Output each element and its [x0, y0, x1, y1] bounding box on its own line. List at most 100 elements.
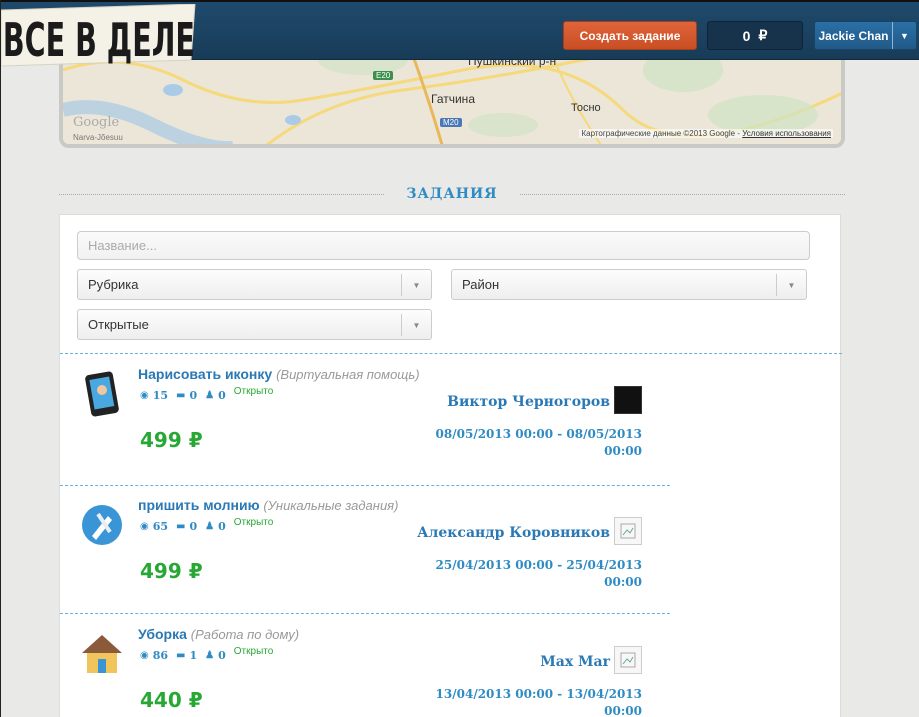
- heading-rule-left: [59, 193, 385, 195]
- applicants-stat: ♟ 0: [205, 649, 226, 662]
- district-select-value: Район: [462, 277, 500, 292]
- currency-icon: ₽: [758, 27, 768, 43]
- task-category: (Виртуальная помощь): [276, 367, 420, 382]
- window-top-border: [1, 0, 919, 2]
- logo-artwork: ВСЕ В ДЕЛЕ: [1, 4, 196, 67]
- task-dates: 25/04/2013 00:00 - 25/04/2013 00:00: [435, 558, 642, 589]
- task-dates: 08/05/2013 00:00 - 08/05/2013 00:00: [435, 427, 642, 458]
- task-title-row: Уборка (Работа по дому): [138, 626, 299, 642]
- map-narva-label: Narva-Jõesuu: [73, 133, 123, 142]
- user-icon: ♟: [205, 390, 215, 401]
- author-link[interactable]: Александр Коровников: [417, 525, 610, 541]
- list-divider: [60, 353, 842, 354]
- task-price: 499 ₽: [140, 428, 203, 452]
- map-terms-link[interactable]: Условия использования: [742, 129, 831, 138]
- views-count: 65: [152, 520, 169, 533]
- tasks-panel: Название... Рубрика ▼ Район ▼ Открытые ▼…: [59, 214, 842, 717]
- task-title-link[interactable]: Нарисовать иконку: [138, 366, 272, 382]
- comment-icon: ▬: [176, 390, 186, 401]
- site-logo[interactable]: ВСЕ В ДЕЛЕ: [1, 4, 201, 74]
- views-stat: ◉ 15: [140, 389, 168, 402]
- chevron-down-icon: ▼: [401, 274, 431, 296]
- applicants-stat: ♟ 0: [205, 520, 226, 533]
- chevron-down-icon: ▼: [401, 314, 431, 336]
- balance-button[interactable]: 0 ₽: [707, 21, 803, 50]
- task-title-row: пришить молнию (Уникальные задания): [138, 497, 398, 513]
- section-title: ЗАДАНИЯ: [406, 186, 498, 202]
- status-badge: Открыто: [233, 646, 274, 657]
- task-stats: ◉ 65 ▬ 0 ♟ 0 Открыто: [140, 517, 274, 533]
- map-place-label: Тосно: [571, 102, 601, 114]
- task-title-link[interactable]: пришить молнию: [138, 497, 260, 513]
- comment-icon: ▬: [176, 650, 186, 661]
- category-select-value: Рубрика: [88, 277, 139, 292]
- avatar[interactable]: [614, 646, 642, 674]
- comments-count: 0: [189, 520, 198, 533]
- road-badge: E20: [373, 71, 394, 80]
- task-dates: 13/04/2013 00:00 - 13/04/2013 00:00: [435, 687, 642, 717]
- task-price: 499 ₽: [140, 559, 203, 583]
- task-stats: ◉ 86 ▬ 1 ♟ 0 Открыто: [140, 646, 274, 662]
- comments-count: 0: [189, 389, 198, 402]
- list-divider: [60, 613, 670, 614]
- broken-image-icon: [620, 523, 636, 539]
- views-stat: ◉ 86: [140, 649, 168, 662]
- task-title-row: Нарисовать иконку (Виртуальная помощь): [138, 366, 420, 382]
- task-item: пришить молнию (Уникальные задания) ◉ 65 …: [60, 496, 670, 616]
- views-count: 15: [152, 389, 169, 402]
- eye-icon: ◉: [140, 650, 149, 661]
- caret-down-icon[interactable]: ▼: [892, 22, 916, 49]
- task-stats: ◉ 15 ▬ 0 ♟ 0 Открыто: [140, 386, 274, 402]
- task-item: Нарисовать иконку (Виртуальная помощь) ◉…: [60, 365, 670, 485]
- avatar[interactable]: [614, 386, 642, 414]
- district-select[interactable]: Район ▼: [451, 269, 807, 300]
- task-price: 440 ₽: [140, 688, 203, 712]
- comments-stat: ▬ 1: [176, 649, 197, 662]
- house-icon: [80, 631, 124, 677]
- applicants-count: 0: [218, 520, 226, 533]
- views-count: 86: [152, 649, 169, 662]
- author-link[interactable]: Max Mar: [540, 654, 610, 670]
- applicants-count: 0: [218, 649, 226, 662]
- comments-stat: ▬ 0: [176, 389, 197, 402]
- comments-stat: ▬ 0: [176, 520, 197, 533]
- category-select[interactable]: Рубрика ▼: [77, 269, 432, 300]
- task-title-link[interactable]: Уборка: [138, 626, 187, 642]
- tablet-icon: [80, 371, 124, 417]
- balance-value: 0: [742, 27, 751, 44]
- create-task-button[interactable]: Создать задание: [563, 21, 697, 50]
- task-category: (Работа по дому): [190, 627, 300, 642]
- views-stat: ◉ 65: [140, 520, 168, 533]
- status-badge: Открыто: [233, 386, 274, 397]
- user-menu-button[interactable]: Jackie Chan ▼: [814, 21, 917, 50]
- author-link[interactable]: Виктор Черногоров: [447, 394, 610, 410]
- status-select[interactable]: Открытые ▼: [77, 309, 432, 340]
- map-place-label: Гатчина: [431, 92, 475, 106]
- comments-count: 1: [189, 649, 198, 662]
- list-divider: [60, 485, 670, 486]
- eye-icon: ◉: [140, 521, 149, 532]
- user-icon: ♟: [205, 521, 215, 532]
- map-credit: Картографические данные ©2013 Google - У…: [579, 129, 833, 138]
- eye-icon: ◉: [140, 390, 149, 401]
- chevron-down-icon: ▼: [776, 274, 806, 296]
- avatar[interactable]: [614, 517, 642, 545]
- user-name: Jackie Chan: [818, 28, 889, 43]
- svg-text:ВСЕ В ДЕЛЕ: ВСЕ В ДЕЛЕ: [3, 13, 195, 67]
- broken-image-icon: [620, 652, 636, 668]
- user-icon: ♟: [205, 650, 215, 661]
- map-credit-text: Картографические данные ©2013 Google -: [581, 129, 743, 138]
- comment-icon: ▬: [176, 521, 186, 532]
- section-heading: ЗАДАНИЯ: [59, 182, 845, 206]
- google-logo: Google: [73, 115, 120, 130]
- status-badge: Открыто: [233, 517, 274, 528]
- task-name-search-input[interactable]: Название...: [77, 231, 810, 260]
- tools-icon: [80, 502, 124, 548]
- road-badge: M20: [440, 118, 462, 127]
- heading-rule-right: [519, 193, 845, 195]
- applicants-count: 0: [218, 389, 226, 402]
- task-category: (Уникальные задания): [263, 498, 399, 513]
- status-select-value: Открытые: [88, 317, 149, 332]
- task-item: Уборка (Работа по дому) ◉ 86 ▬ 1 ♟ 0 Открыт…: [60, 625, 670, 717]
- applicants-stat: ♟ 0: [205, 389, 226, 402]
